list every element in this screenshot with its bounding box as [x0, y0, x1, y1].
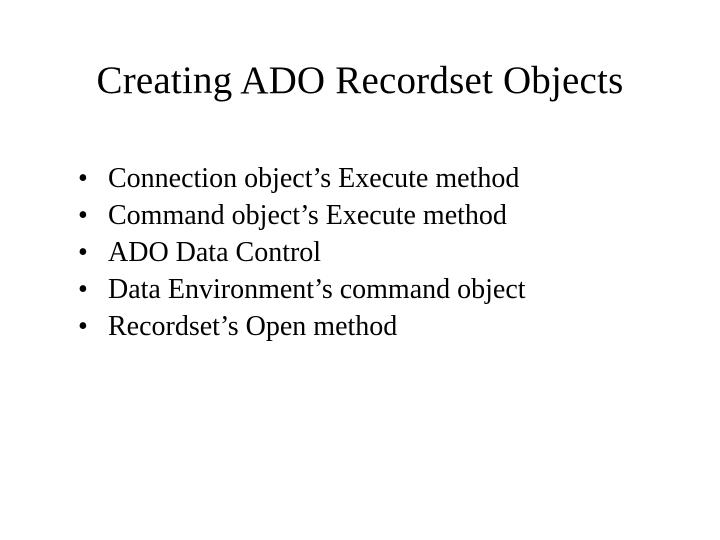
list-item: Data Environment’s command object: [78, 272, 670, 309]
list-item: ADO Data Control: [78, 235, 670, 272]
list-item: Recordset’s Open method: [78, 309, 670, 346]
bullet-list: Connection object’s Execute method Comma…: [50, 161, 670, 346]
slide: Creating ADO Recordset Objects Connectio…: [0, 0, 720, 540]
list-item: Command object’s Execute method: [78, 198, 670, 235]
list-item: Connection object’s Execute method: [78, 161, 670, 198]
slide-title: Creating ADO Recordset Objects: [50, 58, 670, 103]
